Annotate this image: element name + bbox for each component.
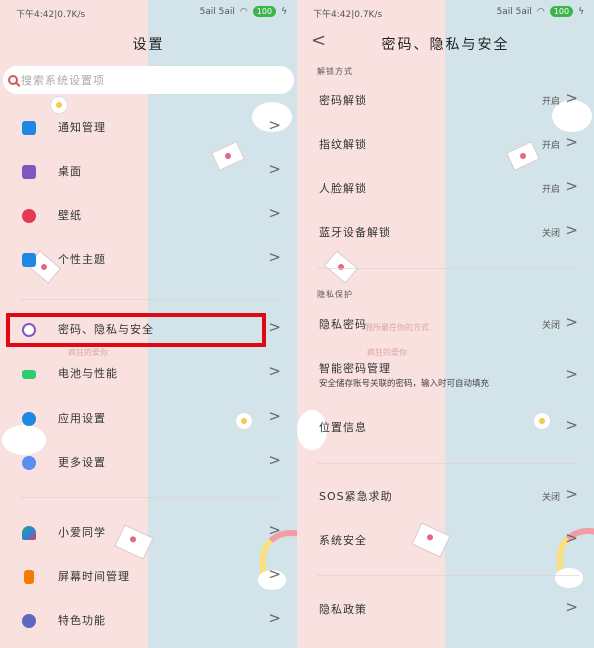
chevron-right-icon: > (565, 365, 578, 383)
status-bar: 下午4:42|0.7K/s 5ail 5ail ◠ 100 ϟ (297, 0, 594, 24)
divider (317, 575, 579, 576)
chevron-right-icon: > (268, 521, 281, 539)
search-input[interactable]: 搜索系统设置项 (3, 66, 294, 94)
chevron-right-icon: > (565, 485, 578, 503)
search-placeholder: 搜索系统设置项 (21, 74, 105, 87)
chevron-right-icon: > (268, 248, 281, 266)
chevron-right-icon: > (268, 318, 281, 336)
status-bar: 下午4:42|0.7K/s 5ail 5ail ◠ 100 ϟ (0, 0, 297, 24)
setting-label: 位置信息 (319, 421, 367, 434)
menu-item-label: 屏幕时间管理 (58, 570, 130, 583)
chevron-right-icon: > (268, 204, 281, 222)
status-time: 下午4:42|0.7K/s (313, 10, 383, 20)
gear-icon (22, 412, 36, 426)
setting-value: 开启 (541, 141, 560, 151)
menu-item-label: 小爱同学 (58, 526, 106, 539)
chevron-right-icon: > (268, 362, 281, 380)
status-time: 下午4:42|0.7K/s (16, 10, 86, 20)
privacy-security-panel: 下午4:42|0.7K/s 5ail 5ail ◠ 100 ϟ < 密码、隐私与… (297, 0, 594, 648)
chevron-right-icon: > (268, 565, 281, 583)
menu-item-label: 桌面 (58, 165, 82, 178)
divider (20, 299, 282, 300)
battery-icon: 100 (549, 6, 574, 17)
setting-label: 智能密码管理 (319, 362, 391, 375)
menu-item-label: 应用设置 (58, 412, 106, 425)
setting-value: 开启 (541, 97, 560, 107)
section-header-privacy: 隐私保护 (317, 290, 353, 299)
setting-description: 安全储存账号关联的密码，输入时可自动填充 (319, 379, 490, 389)
flower-decoration (533, 412, 551, 430)
xiaoai-icon (22, 526, 36, 540)
battery-icon: 100 (252, 6, 277, 17)
chevron-right-icon: > (565, 598, 578, 616)
chevron-right-icon: > (268, 160, 281, 178)
divider (317, 463, 579, 464)
chevron-right-icon: > (565, 221, 578, 239)
menu-item-label: 特色功能 (58, 614, 106, 627)
chevron-right-icon: > (565, 89, 578, 107)
battery-icon (22, 370, 36, 379)
cloud-decoration (555, 568, 583, 588)
setting-label: 密码解锁 (319, 94, 367, 107)
hourglass-icon (24, 570, 34, 584)
wallpaper-icon (22, 209, 36, 223)
setting-value: 关闭 (541, 493, 560, 503)
page-title: 密码、隐私与安全 (381, 37, 510, 53)
theme-icon (22, 253, 36, 267)
flower-decoration (235, 412, 253, 430)
divider (317, 268, 579, 269)
chevron-right-icon: > (565, 529, 578, 547)
chevron-right-icon: > (268, 451, 281, 469)
settings-panel: 下午4:42|0.7K/s 5ail 5ail ◠ 100 ϟ 设置 搜索系统设… (0, 0, 297, 648)
chevron-right-icon: > (565, 177, 578, 195)
setting-label: 指纹解锁 (319, 138, 367, 151)
setting-label: SOS紧急求助 (319, 490, 393, 503)
menu-item-label: 电池与性能 (58, 367, 118, 380)
setting-value: 关闭 (541, 229, 560, 239)
menu-item-label: 壁纸 (58, 209, 82, 222)
setting-label: 系统安全 (319, 534, 367, 547)
watermark-text: 我所最在你的方式 (365, 323, 429, 332)
setting-label: 人脸解锁 (319, 182, 367, 195)
highlight-box (6, 313, 266, 347)
page-title: 设置 (132, 37, 165, 53)
setting-value: 关闭 (541, 321, 560, 331)
more-icon (22, 456, 36, 470)
setting-label: 隐私政策 (319, 603, 367, 616)
section-header-unlock: 解锁方式 (317, 67, 353, 76)
wifi-icon: ◠ (239, 6, 248, 17)
screen: 下午4:42|0.7K/s 5ail 5ail ◠ 100 ϟ 设置 搜索系统设… (0, 0, 594, 648)
signal-icon: 5ail 5ail (496, 6, 532, 17)
chevron-right-icon: > (268, 116, 281, 134)
menu-item-label: 更多设置 (58, 456, 106, 469)
setting-label: 隐私密码 (319, 318, 367, 331)
chevron-right-icon: > (565, 416, 578, 434)
menu-item-label: 通知管理 (58, 121, 106, 134)
chevron-right-icon: > (565, 133, 578, 151)
signal-icon: 5ail 5ail (199, 6, 235, 17)
watermark-text: 疯狂的爱你 (68, 348, 108, 357)
flask-icon (22, 614, 36, 628)
watermark-text: 疯狂的爱你 (367, 348, 407, 357)
charging-icon: ϟ (281, 6, 287, 17)
setting-label: 蓝牙设备解锁 (319, 226, 391, 239)
search-icon (8, 75, 18, 85)
cloud-decoration (2, 425, 46, 455)
flower-decoration (50, 96, 68, 114)
home-icon (22, 165, 36, 179)
notification-icon (22, 121, 36, 135)
setting-value: 开启 (541, 185, 560, 195)
chevron-right-icon: > (268, 407, 281, 425)
menu-item-label: 个性主题 (58, 253, 106, 266)
divider (20, 497, 282, 498)
wifi-icon: ◠ (536, 6, 545, 17)
chevron-right-icon: > (565, 313, 578, 331)
chevron-right-icon: > (268, 609, 281, 627)
charging-icon: ϟ (578, 6, 584, 17)
